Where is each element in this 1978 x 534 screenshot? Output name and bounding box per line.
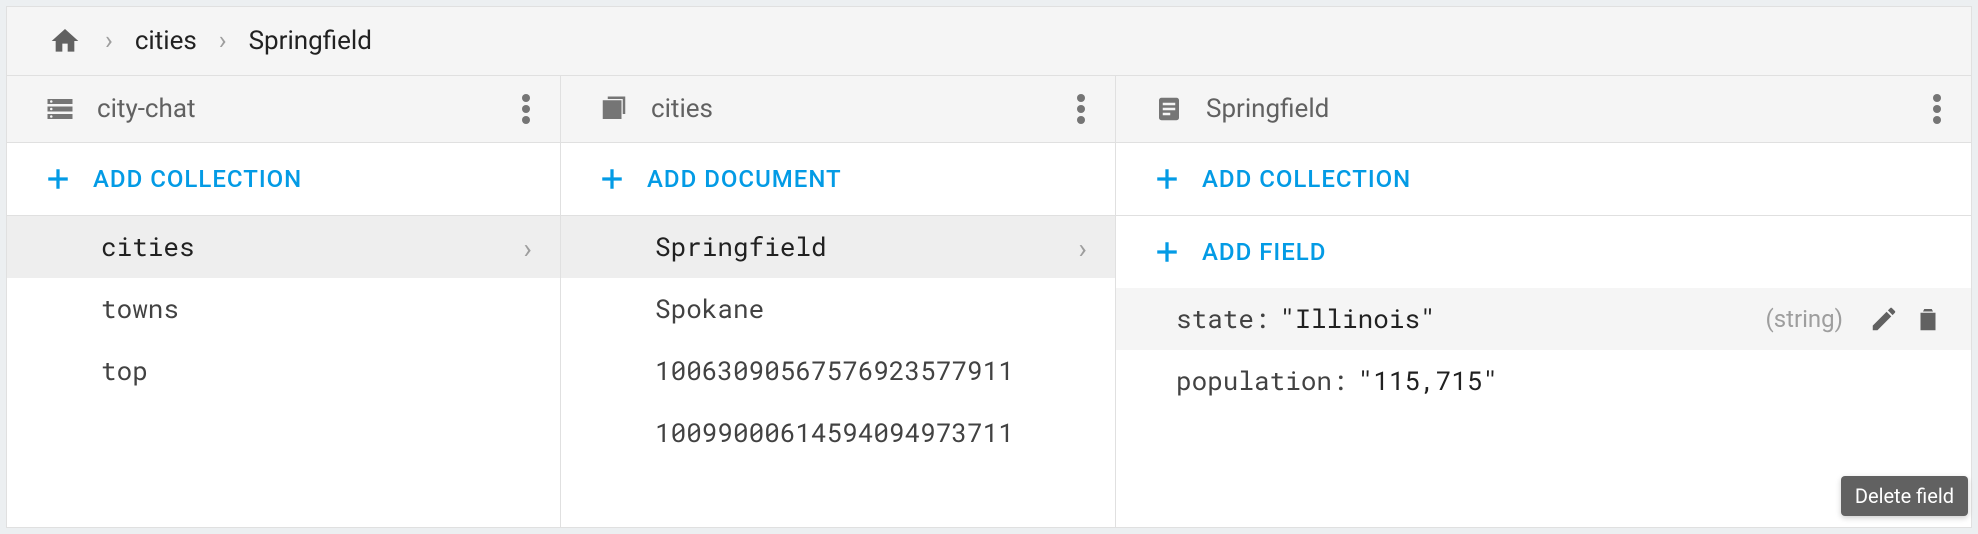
- field-row[interactable]: state: "Illinois" (string): [1116, 288, 1971, 350]
- column-document: Springfield ADD COLLECTION ADD FIELD sta…: [1116, 75, 1971, 527]
- column-header-document: Springfield: [1116, 76, 1971, 143]
- column-collection: cities ADD DOCUMENT Springfield › Spokan…: [561, 75, 1116, 527]
- chevron-right-icon: ›: [219, 26, 227, 56]
- plus-icon: [1154, 166, 1180, 192]
- field-value: "115,715": [1358, 364, 1498, 398]
- list-item[interactable]: top: [7, 340, 560, 402]
- add-field-button[interactable]: ADD FIELD: [1116, 216, 1971, 288]
- item-label: top: [101, 354, 148, 388]
- column-title: city-chat: [97, 94, 500, 124]
- plus-icon: [45, 166, 71, 192]
- list-item[interactable]: towns: [7, 278, 560, 340]
- column-title: Springfield: [1206, 94, 1911, 124]
- breadcrumb-item[interactable]: cities: [135, 26, 197, 56]
- add-field-label: ADD FIELD: [1202, 238, 1326, 266]
- list-item[interactable]: Spokane: [561, 278, 1115, 340]
- item-label: 10099000614594094973711: [655, 416, 1014, 450]
- plus-icon: [1154, 239, 1180, 265]
- delete-icon[interactable]: [1913, 304, 1943, 334]
- field-type: (string): [1765, 305, 1843, 333]
- document-icon: [1154, 94, 1184, 124]
- plus-icon: [599, 166, 625, 192]
- chevron-right-icon: ›: [105, 26, 113, 56]
- chevron-right-icon: ›: [519, 229, 536, 266]
- more-vert-icon[interactable]: [522, 94, 530, 124]
- add-collection-label: ADD COLLECTION: [1202, 165, 1411, 193]
- breadcrumb: › cities › Springfield: [7, 7, 1971, 75]
- field-value: "Illinois": [1280, 302, 1436, 336]
- home-icon[interactable]: [47, 25, 83, 57]
- item-label: 10063090567576923577911: [655, 354, 1014, 388]
- field-key: population:: [1176, 364, 1348, 398]
- item-label: cities: [101, 230, 195, 264]
- list-item[interactable]: cities ›: [7, 216, 560, 278]
- item-label: towns: [101, 292, 179, 326]
- list-item[interactable]: Springfield ›: [561, 216, 1115, 278]
- more-vert-icon[interactable]: [1933, 94, 1941, 124]
- chevron-right-icon: ›: [1074, 229, 1091, 266]
- collection-list: cities › towns top: [7, 216, 560, 527]
- document-list: Springfield › Spokane 100630905675769235…: [561, 216, 1115, 527]
- column-root: city-chat ADD COLLECTION cities › towns …: [7, 75, 561, 527]
- collection-icon: [599, 94, 629, 124]
- item-label: Spokane: [655, 292, 764, 326]
- add-collection-button[interactable]: ADD COLLECTION: [1116, 143, 1971, 216]
- column-title: cities: [651, 94, 1055, 124]
- more-vert-icon[interactable]: [1077, 94, 1085, 124]
- item-label: Springfield: [655, 230, 827, 264]
- list-item[interactable]: 10099000614594094973711: [561, 402, 1115, 464]
- edit-icon[interactable]: [1869, 304, 1899, 334]
- breadcrumb-item[interactable]: Springfield: [249, 26, 372, 56]
- database-icon: [45, 94, 75, 124]
- list-item[interactable]: 10063090567576923577911: [561, 340, 1115, 402]
- field-row[interactable]: population: "115,715": [1116, 350, 1971, 412]
- add-document-button[interactable]: ADD DOCUMENT: [561, 143, 1115, 216]
- column-header-collection: cities: [561, 76, 1115, 143]
- add-document-label: ADD DOCUMENT: [647, 165, 842, 193]
- column-header-root: city-chat: [7, 76, 560, 143]
- add-collection-label: ADD COLLECTION: [93, 165, 302, 193]
- tooltip-delete-field: Delete field: [1841, 476, 1968, 516]
- add-collection-button[interactable]: ADD COLLECTION: [7, 143, 560, 216]
- field-key: state:: [1176, 302, 1270, 336]
